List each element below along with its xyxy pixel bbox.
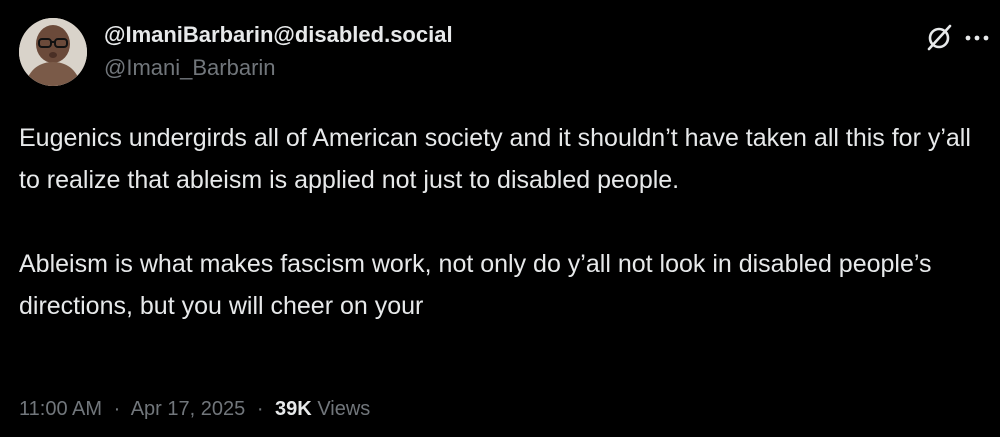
user-handle[interactable]: @Imani_Barbarin [104,53,884,83]
meta-separator: · [113,398,121,420]
display-name[interactable]: @ImaniBarbarin@disabled.social [104,20,884,50]
profile-photo-icon [19,18,87,86]
views-count[interactable]: 39K [275,398,312,420]
views-label: Views [317,398,371,420]
author-names: @ImaniBarbarin@disabled.social @Imani_Ba… [104,20,884,83]
post-paragraph-2: Ableism is what makes fascism work, not … [19,250,932,320]
more-options-icon[interactable] [964,23,990,53]
avatar[interactable] [19,18,87,86]
post-text: Eugenics undergirds all of American soci… [19,117,984,327]
grok-icon[interactable] [924,23,954,53]
meta-separator: · [256,398,264,420]
post: @ImaniBarbarin@disabled.social @Imani_Ba… [0,0,1000,437]
post-meta: 11:00 AM · Apr 17, 2025 · 39K Views [19,395,370,423]
post-time[interactable]: 11:00 AM [19,398,102,420]
post-actions [924,20,990,56]
post-paragraph-1: Eugenics undergirds all of American soci… [19,124,971,194]
post-date[interactable]: Apr 17, 2025 [131,398,246,420]
